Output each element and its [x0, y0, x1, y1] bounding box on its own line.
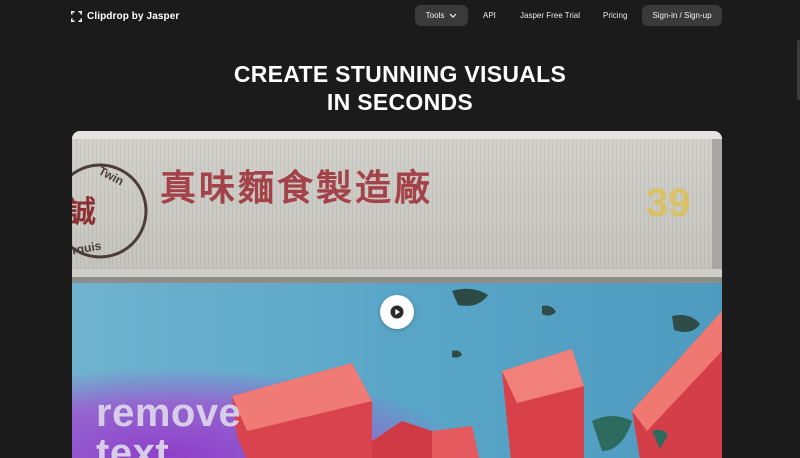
seal-glyph: 誠	[72, 195, 96, 230]
headline-line-1: CREATE STUNNING VISUALS	[233, 61, 567, 87]
hero-video[interactable]: 真味麵食製造廠 39 Twin 誠 rquis remove text	[72, 131, 722, 458]
play-icon	[390, 305, 404, 319]
tools-label: Tools	[425, 11, 445, 20]
logo-text: Clipdrop by Jasper	[87, 10, 180, 22]
page-headline: CREATE STUNNING VISUALS IN SECONDS	[0, 60, 800, 116]
logo[interactable]: Clipdrop by Jasper	[71, 10, 179, 22]
clipdrop-logo-icon	[71, 10, 82, 22]
nav-link-pricing[interactable]: Pricing	[603, 11, 627, 20]
sign-number: 39	[646, 181, 691, 225]
headline-line-2: IN SECONDS	[326, 89, 474, 115]
signin-label: Sign-in / Sign-up	[652, 11, 712, 20]
overlay-line-1: remove	[96, 391, 242, 435]
top-nav: Clipdrop by Jasper Tools API Jasper Free…	[0, 0, 800, 32]
hero-overlay-caption: remove text	[96, 393, 241, 458]
chevron-down-icon	[449, 13, 457, 18]
sign-chinese-text: 真味麵食製造廠	[160, 167, 434, 209]
play-button[interactable]	[380, 295, 414, 329]
nav-link-api[interactable]: API	[483, 11, 496, 20]
overlay-line-2: text	[96, 431, 170, 458]
nav-link-jasper-free-trial[interactable]: Jasper Free Trial	[520, 11, 580, 20]
tools-dropdown-button[interactable]: Tools	[415, 5, 468, 26]
signin-button[interactable]: Sign-in / Sign-up	[642, 5, 722, 26]
